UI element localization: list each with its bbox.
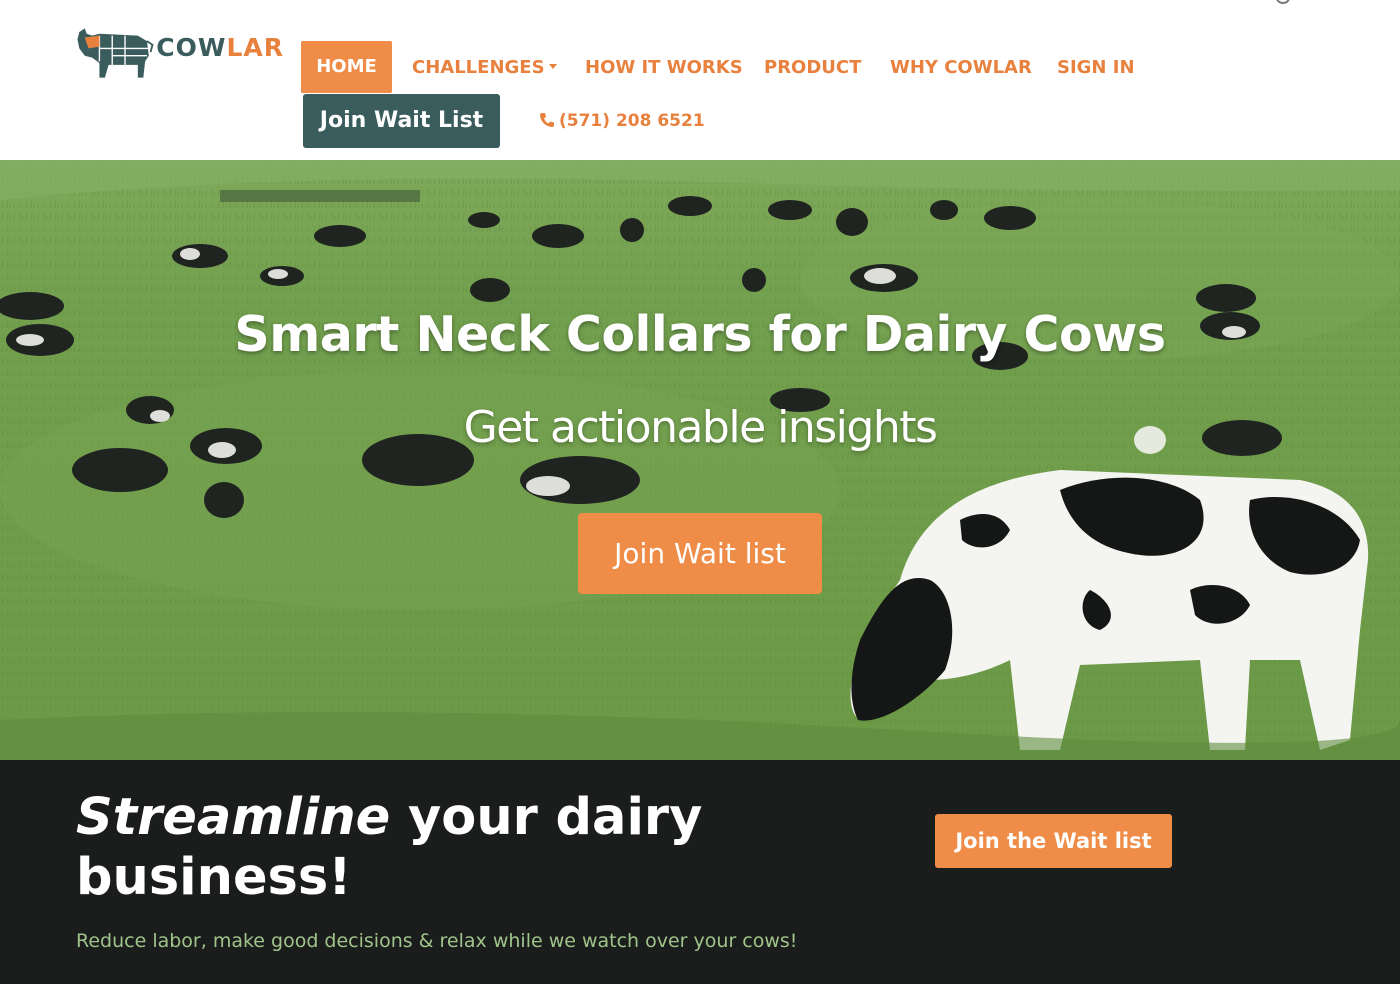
streamline-section: Streamline your dairy business! Reduce l… [0,760,1400,984]
join-wait-list-button[interactable]: Join Wait List [303,94,500,148]
hero-title: Smart Neck Collars for Dairy Cows [234,306,1166,363]
caret-down-icon [548,63,557,69]
streamline-heading-emphasis: Streamline [76,788,391,847]
pasture-cows-image [0,160,1400,760]
search-icon[interactable] [1276,0,1290,4]
site-header: COWLAR HOME CHALLENGES HOW IT WORKS PROD… [0,0,1400,160]
brand-name-part1: COW [156,32,227,62]
nav-why-cowlar[interactable]: WHY COWLAR [890,48,1032,88]
streamline-heading: Streamline your dairy business! [76,788,776,908]
hero-section: Smart Neck Collars for Dairy Cows Get ac… [0,160,1400,760]
nav-home[interactable]: HOME [301,41,392,93]
brand-name: COWLAR [156,33,284,62]
streamline-description: Reduce labor, make good decisions & rela… [76,930,798,952]
phone-icon [540,113,554,127]
brand-name-part2: LAR [226,32,284,62]
hero-join-wait-list-button[interactable]: Join Wait list [578,513,822,594]
nav-sign-in[interactable]: SIGN IN [1057,48,1135,88]
nav-product[interactable]: PRODUCT [764,48,861,88]
phone-link[interactable]: (571) 208 6521 [539,106,705,136]
join-the-wait-list-button[interactable]: Join the Wait list [935,814,1172,868]
cow-logo-icon [77,28,154,78]
hero-subtitle: Get actionable insights [463,402,938,453]
nav-challenges-label: CHALLENGES [412,57,545,78]
cowlar-logo[interactable]: COWLAR [72,20,284,86]
nav-challenges[interactable]: CHALLENGES [412,48,557,88]
nav-how-it-works[interactable]: HOW IT WORKS [585,48,743,88]
phone-number: (571) 208 6521 [559,111,705,131]
